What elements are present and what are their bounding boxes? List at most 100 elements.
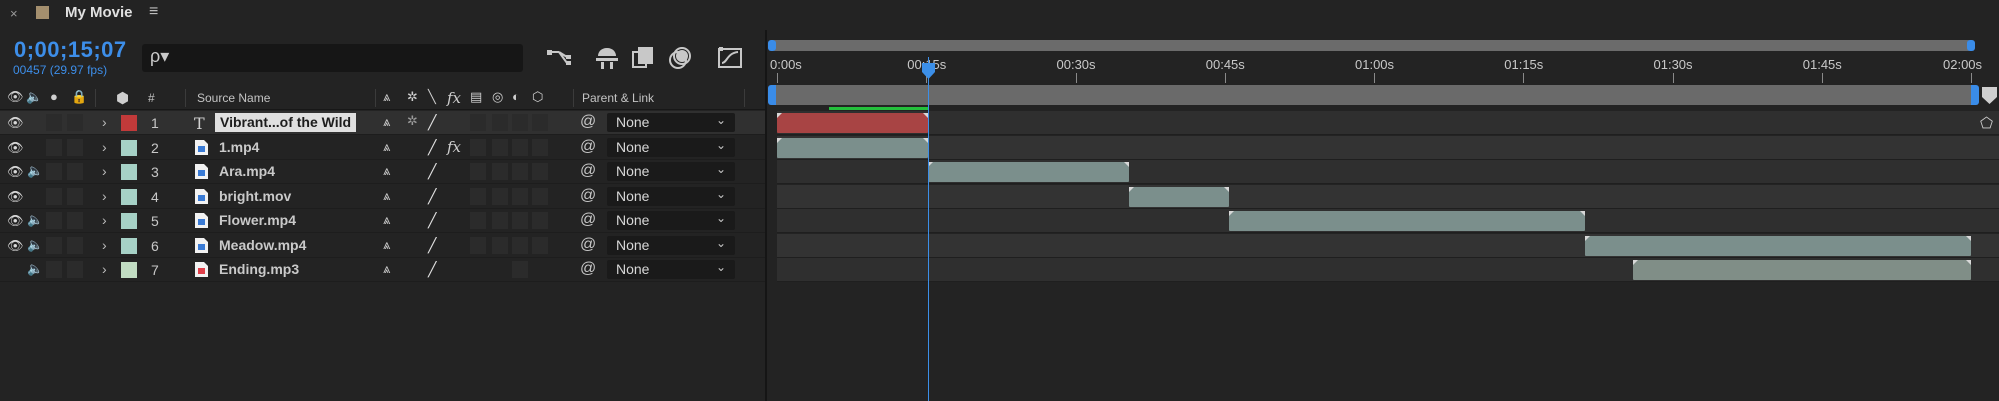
shy-switch-icon[interactable]: ⩓ bbox=[383, 163, 390, 187]
solo-toggle[interactable] bbox=[46, 114, 62, 131]
shy-switch-icon[interactable]: ⩓ bbox=[383, 114, 390, 138]
solo-toggle[interactable] bbox=[46, 212, 62, 229]
current-time-display[interactable]: 0;00;15;07 bbox=[14, 37, 127, 63]
motion-blur-switch[interactable] bbox=[492, 237, 508, 254]
layer-bar-handle-icon[interactable]: ⬠ bbox=[1980, 114, 1993, 132]
layer-duration-bar[interactable] bbox=[1229, 211, 1585, 231]
parent-pickwhip-icon[interactable]: @ bbox=[580, 236, 596, 260]
layer-row[interactable]: 👁 🔈 › 3 Ara.mp4 ⩓ ╱ @ None ⌄ bbox=[0, 160, 765, 184]
motion-blur-icon[interactable] bbox=[665, 43, 695, 73]
lock-toggle[interactable] bbox=[67, 139, 83, 156]
layer-row[interactable]: 👁 › 1 T Vibrant...of the Wild ⩓ ✲ ╱ @ No… bbox=[0, 111, 765, 135]
chevron-down-icon[interactable]: ⌄ bbox=[716, 260, 726, 284]
layer-label-color[interactable] bbox=[121, 164, 137, 180]
graph-editor-icon[interactable] bbox=[715, 43, 745, 73]
motion-blur-switch[interactable] bbox=[492, 163, 508, 180]
work-area-start-handle[interactable] bbox=[768, 85, 776, 105]
chevron-down-icon[interactable]: ⌄ bbox=[716, 138, 726, 162]
lock-header-icon[interactable]: 🔒 bbox=[71, 89, 87, 105]
layer-name[interactable]: Vibrant...of the Wild bbox=[215, 113, 357, 132]
3d-layer-switch[interactable] bbox=[532, 163, 548, 180]
parent-pickwhip-icon[interactable]: @ bbox=[580, 211, 596, 235]
layer-row[interactable]: 👁 🔈 › 5 Flower.mp4 ⩓ ╱ @ None ⌄ bbox=[0, 209, 765, 233]
quality-switch-icon[interactable]: ╱ bbox=[428, 163, 436, 187]
chevron-down-icon[interactable]: ⌄ bbox=[716, 211, 726, 235]
layer-name[interactable]: Ara.mp4 bbox=[219, 163, 275, 187]
composition-mini-flowchart-icon[interactable] bbox=[545, 43, 575, 73]
3d-layer-switch[interactable] bbox=[532, 114, 548, 131]
motion-blur-switch[interactable] bbox=[492, 212, 508, 229]
video-switch-header-icon[interactable]: 👁 bbox=[7, 89, 24, 105]
audio-toggle-icon[interactable]: 🔈 bbox=[27, 212, 43, 236]
timeline-track[interactable] bbox=[777, 185, 1999, 209]
motion-blur-header-icon[interactable]: ◎ bbox=[492, 89, 503, 105]
parent-pickwhip-icon[interactable]: @ bbox=[580, 260, 596, 284]
solo-toggle[interactable] bbox=[46, 163, 62, 180]
frame-blend-switch[interactable] bbox=[470, 188, 486, 205]
current-time-indicator-line[interactable] bbox=[928, 57, 929, 401]
parent-link-header[interactable]: Parent & Link bbox=[582, 91, 654, 105]
audio-toggle-icon[interactable]: 🔈 bbox=[27, 261, 43, 285]
timeline-track[interactable] bbox=[777, 136, 1999, 160]
shy-header-icon[interactable]: ⩓ bbox=[383, 89, 390, 105]
adjustment-layer-switch[interactable] bbox=[512, 237, 528, 254]
effect-header-icon[interactable]: fx bbox=[447, 89, 461, 107]
search-icon[interactable]: ρ▾ bbox=[150, 46, 169, 67]
solo-toggle[interactable] bbox=[46, 261, 62, 278]
panel-menu-icon[interactable]: ≡ bbox=[149, 3, 158, 21]
parent-pickwhip-icon[interactable]: @ bbox=[580, 138, 596, 162]
frame-blending-icon[interactable] bbox=[628, 43, 658, 73]
layer-row[interactable]: 👁 › 4 bright.mov ⩓ ╱ @ None ⌄ bbox=[0, 185, 765, 209]
chevron-down-icon[interactable]: ⌄ bbox=[716, 187, 726, 211]
chevron-down-icon[interactable]: ⌄ bbox=[716, 162, 726, 186]
layer-row[interactable]: 👁 › 2 1.mp4 ⩓ ╱ fx @ None ⌄ bbox=[0, 136, 765, 160]
layer-name[interactable]: Flower.mp4 bbox=[219, 212, 296, 236]
panel-divider[interactable] bbox=[765, 30, 767, 401]
frame-blend-switch[interactable] bbox=[470, 237, 486, 254]
close-tab-icon[interactable]: × bbox=[10, 6, 18, 21]
effects-switch-icon[interactable]: fx bbox=[447, 138, 461, 162]
lock-toggle[interactable] bbox=[67, 188, 83, 205]
layer-duration-bar[interactable] bbox=[1633, 260, 1971, 280]
work-area-bar[interactable] bbox=[776, 85, 1971, 105]
layer-row[interactable]: 🔈 › 7 Ending.mp3 ⩓ ╱ @ None ⌄ bbox=[0, 258, 765, 282]
draft-3d-icon[interactable] bbox=[592, 43, 622, 73]
motion-blur-switch[interactable] bbox=[492, 114, 508, 131]
layer-name[interactable]: Ending.mp3 bbox=[219, 261, 299, 285]
quality-switch-icon[interactable]: ╱ bbox=[428, 261, 436, 285]
expand-chevron-icon[interactable]: › bbox=[102, 261, 107, 285]
source-name-header[interactable]: Source Name bbox=[197, 91, 270, 105]
lock-toggle[interactable] bbox=[67, 237, 83, 254]
layer-label-color[interactable] bbox=[121, 140, 137, 156]
layer-search-input[interactable] bbox=[180, 47, 510, 67]
current-time-indicator-head-icon[interactable] bbox=[922, 63, 935, 79]
frame-blend-switch[interactable] bbox=[470, 139, 486, 156]
solo-toggle[interactable] bbox=[46, 139, 62, 156]
chevron-down-icon[interactable]: ⌄ bbox=[716, 113, 726, 137]
chevron-down-icon[interactable]: ⌄ bbox=[716, 236, 726, 260]
parent-pickwhip-icon[interactable]: @ bbox=[580, 187, 596, 211]
lock-toggle[interactable] bbox=[67, 212, 83, 229]
solo-toggle[interactable] bbox=[46, 188, 62, 205]
layer-label-color[interactable] bbox=[121, 189, 137, 205]
quality-switch-icon[interactable]: ╱ bbox=[428, 114, 436, 138]
layer-duration-bar[interactable] bbox=[1129, 187, 1229, 207]
shy-switch-icon[interactable]: ⩓ bbox=[383, 261, 390, 285]
adjustment-layer-switch[interactable] bbox=[512, 188, 528, 205]
timeline-track[interactable] bbox=[777, 111, 1999, 135]
layer-duration-bar[interactable] bbox=[777, 113, 928, 133]
adjustment-layer-switch[interactable] bbox=[512, 163, 528, 180]
lock-toggle[interactable] bbox=[67, 261, 83, 278]
layer-number-header[interactable]: # bbox=[148, 91, 155, 105]
adjustment-layer-switch[interactable] bbox=[512, 212, 528, 229]
layer-label-color[interactable] bbox=[121, 262, 137, 278]
frame-blend-switch[interactable] bbox=[470, 163, 486, 180]
label-tag-icon[interactable]: ⬢ bbox=[116, 89, 129, 107]
collapse-header-icon[interactable]: ✲ bbox=[407, 89, 418, 105]
time-navigator-bar[interactable] bbox=[770, 40, 1973, 51]
quality-switch-icon[interactable]: ╱ bbox=[428, 212, 436, 236]
lock-toggle[interactable] bbox=[67, 114, 83, 131]
time-navigator-end-handle[interactable] bbox=[1967, 40, 1975, 51]
lock-toggle[interactable] bbox=[67, 163, 83, 180]
motion-blur-switch[interactable] bbox=[492, 188, 508, 205]
